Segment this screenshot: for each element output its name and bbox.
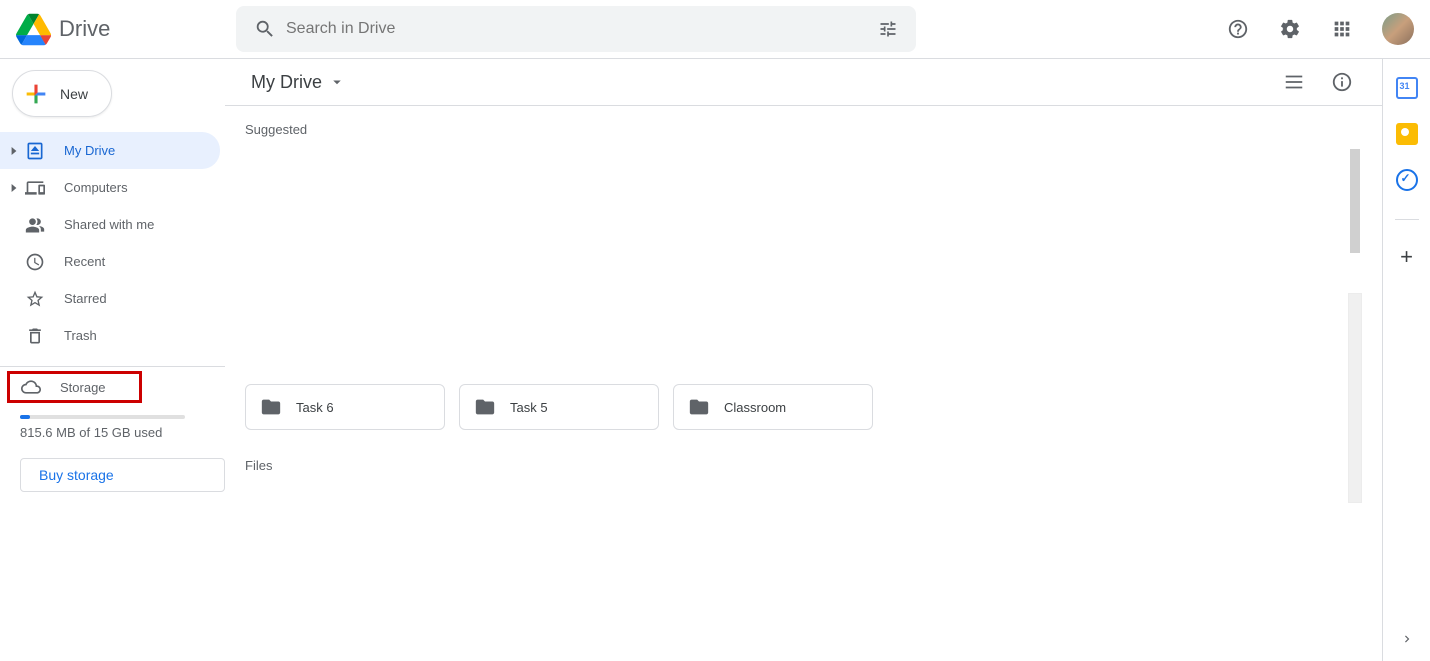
- dropdown-icon: [328, 73, 346, 91]
- logo-area[interactable]: Drive: [16, 12, 236, 47]
- main: My Drive Suggested Task 6: [225, 59, 1382, 661]
- drive-logo-icon: [16, 12, 51, 47]
- cloud-icon: [20, 376, 42, 398]
- header-actions: [1218, 9, 1430, 49]
- side-panel-divider: [1395, 219, 1419, 220]
- folder-icon: [260, 396, 282, 418]
- app-title: Drive: [59, 16, 110, 42]
- apps-button[interactable]: [1322, 9, 1362, 49]
- storage-bar-fill: [20, 415, 30, 419]
- mini-scrollbar[interactable]: [1348, 149, 1362, 399]
- files-label: Files: [245, 458, 1356, 473]
- recent-icon: [24, 251, 46, 273]
- trash-icon: [24, 325, 46, 347]
- starred-icon: [24, 288, 46, 310]
- expand-arrow-icon[interactable]: [8, 147, 20, 155]
- storage-text: 815.6 MB of 15 GB used: [20, 425, 225, 440]
- suggested-area: [245, 149, 1356, 384]
- folder-icon: [474, 396, 496, 418]
- scrollbar-thumb[interactable]: [1348, 293, 1362, 503]
- nav-my-drive[interactable]: My Drive: [0, 132, 220, 169]
- details-button[interactable]: [1322, 62, 1362, 102]
- folder-card[interactable]: Classroom: [673, 384, 873, 430]
- content-area: Suggested Task 6 Task 5 Classro: [225, 106, 1382, 661]
- gear-icon: [1279, 18, 1301, 40]
- storage-bar: [20, 415, 185, 419]
- scrollbar-thumb[interactable]: [1350, 149, 1360, 253]
- nav-storage[interactable]: Storage: [7, 371, 142, 403]
- computers-icon: [24, 177, 46, 199]
- sidebar: New My Drive Computers Shared with me Re…: [0, 59, 225, 661]
- nav-shared[interactable]: Shared with me: [0, 206, 220, 243]
- folder-name: Classroom: [724, 400, 786, 415]
- search-input[interactable]: [286, 20, 868, 38]
- folders-row: Task 6 Task 5 Classroom: [245, 384, 1356, 430]
- nav-starred[interactable]: Starred: [0, 280, 220, 317]
- calendar-app-icon[interactable]: [1396, 77, 1418, 99]
- nav-trash[interactable]: Trash: [0, 317, 220, 354]
- list-view-button[interactable]: [1274, 62, 1314, 102]
- nav-list: My Drive Computers Shared with me Recent…: [0, 132, 225, 354]
- nav-label: My Drive: [64, 143, 115, 158]
- storage-label: Storage: [60, 380, 106, 395]
- addons-button[interactable]: +: [1400, 246, 1413, 268]
- expand-arrow-icon[interactable]: [8, 184, 20, 192]
- nav-recent[interactable]: Recent: [0, 243, 220, 280]
- nav-label: Shared with me: [64, 217, 154, 232]
- plus-icon: [22, 80, 50, 108]
- folder-icon: [688, 396, 710, 418]
- shared-icon: [24, 214, 46, 236]
- nav-label: Trash: [64, 328, 97, 343]
- new-button[interactable]: New: [12, 70, 112, 117]
- keep-app-icon[interactable]: [1396, 123, 1418, 145]
- app-header: Drive: [0, 0, 1430, 59]
- help-icon: [1227, 18, 1249, 40]
- suggested-label: Suggested: [245, 122, 1356, 137]
- buy-storage-button[interactable]: Buy storage: [20, 458, 225, 492]
- support-button[interactable]: [1218, 9, 1258, 49]
- account-avatar[interactable]: [1382, 13, 1414, 45]
- breadcrumb-my-drive[interactable]: My Drive: [251, 72, 346, 93]
- nav-label: Computers: [64, 180, 128, 195]
- info-icon: [1331, 71, 1353, 93]
- apps-icon: [1331, 18, 1353, 40]
- tasks-app-icon[interactable]: [1396, 169, 1418, 191]
- search-icon: [254, 18, 276, 40]
- my-drive-icon: [24, 140, 46, 162]
- sidebar-divider: [0, 366, 225, 367]
- settings-button[interactable]: [1270, 9, 1310, 49]
- breadcrumb-label: My Drive: [251, 72, 322, 93]
- nav-label: Recent: [64, 254, 105, 269]
- list-icon: [1283, 71, 1305, 93]
- nav-label: Starred: [64, 291, 107, 306]
- folder-name: Task 5: [510, 400, 548, 415]
- toolbar: My Drive: [225, 59, 1382, 106]
- search-bar[interactable]: [236, 6, 916, 52]
- side-panel: +: [1382, 59, 1430, 661]
- folder-name: Task 6: [296, 400, 334, 415]
- search-options-button[interactable]: [868, 9, 908, 49]
- nav-computers[interactable]: Computers: [0, 169, 220, 206]
- tune-icon: [878, 19, 898, 39]
- folder-card[interactable]: Task 5: [459, 384, 659, 430]
- new-button-label: New: [60, 86, 88, 102]
- folder-card[interactable]: Task 6: [245, 384, 445, 430]
- hide-sidepanel-button[interactable]: [1400, 632, 1414, 651]
